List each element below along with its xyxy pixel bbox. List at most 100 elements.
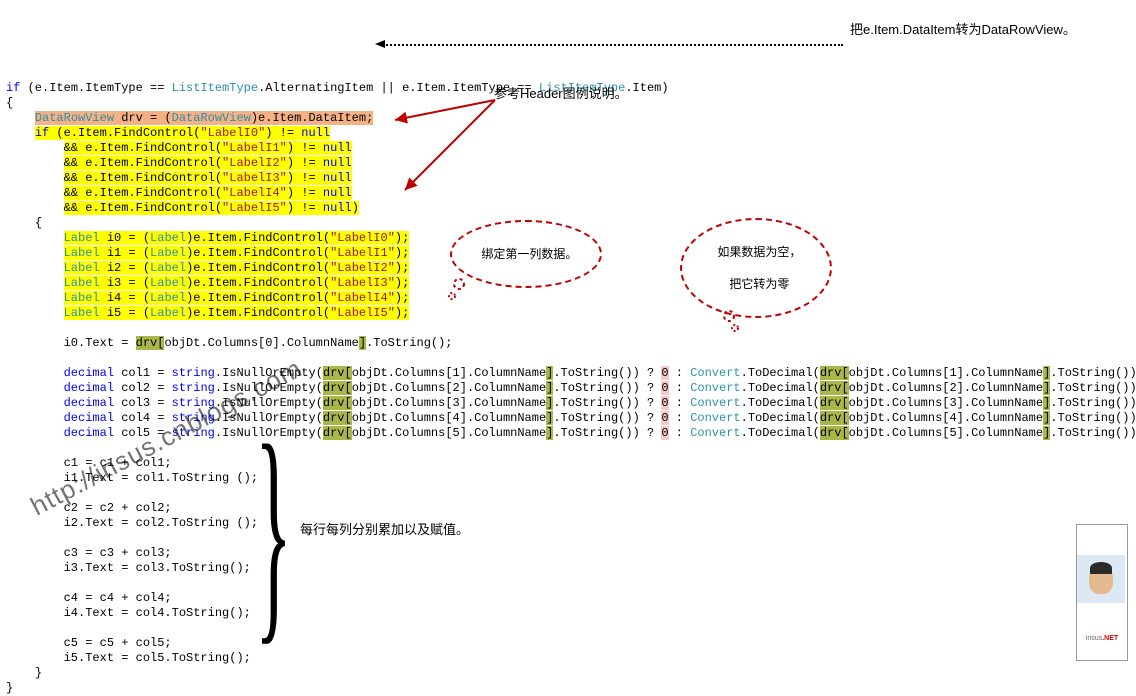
code-token: Convert <box>690 411 740 425</box>
code-token: DataRowView <box>35 111 114 125</box>
code-token: && <box>64 141 86 155</box>
code-token: null <box>323 186 352 200</box>
arrow-dashed-icon <box>383 44 843 46</box>
brace: } <box>6 681 13 695</box>
code-token: objDt.Columns[1].ColumnName <box>849 366 1043 380</box>
code-token: "LabelI0" <box>330 231 395 245</box>
code-token: objDt.Columns[3].ColumnName <box>849 396 1043 410</box>
code-token: objDt.Columns[0].ColumnName <box>164 336 358 350</box>
code-token: null <box>323 171 352 185</box>
code-token: i4.Text = col4.ToString(); <box>64 606 251 620</box>
code-token: )e.Item.FindControl( <box>186 291 330 305</box>
code-token: objDt.Columns[2].ColumnName <box>352 381 546 395</box>
code-token: ); <box>395 246 409 260</box>
code-token: "LabelI1" <box>222 141 287 155</box>
code-token: drv[ <box>820 426 849 440</box>
code-token: i2 = ( <box>100 261 150 275</box>
code-token: : <box>669 426 691 440</box>
code-token: .ToString()) ? <box>553 426 661 440</box>
code-token: .ToString()) ? <box>553 381 661 395</box>
code-token: c5 = c5 + col5; <box>64 636 172 650</box>
code-token: if <box>35 126 49 140</box>
code-token: ] <box>359 336 366 350</box>
code-token: i5.Text = col5.ToString(); <box>64 651 251 665</box>
code-token: ); <box>395 261 409 275</box>
code-token: e.Item.FindControl( <box>85 156 222 170</box>
code-token: i5 = ( <box>100 306 150 320</box>
code-token: objDt.Columns[1].ColumnName <box>352 366 546 380</box>
curly-brace-icon: } <box>255 409 292 651</box>
code-token: ) != <box>265 126 301 140</box>
code-token: Label <box>64 246 100 260</box>
code-token: Label <box>64 306 100 320</box>
code-token: Label <box>150 276 186 290</box>
code-token: )e.Item.FindControl( <box>186 261 330 275</box>
code-token: 0 <box>661 381 668 395</box>
code-token: .ToString()); <box>1050 426 1136 440</box>
bubble-tail-icon <box>717 308 747 338</box>
code-token: i3 = ( <box>100 276 150 290</box>
code-token: col1 = <box>121 366 171 380</box>
code-token: .ToString()); <box>1050 411 1136 425</box>
arrow-solid-icon <box>385 90 505 200</box>
code-token: i4 = ( <box>100 291 150 305</box>
code-token: .ToDecimal( <box>741 411 820 425</box>
code-token: .Item) <box>625 81 668 95</box>
code-token: decimal <box>64 381 114 395</box>
code-token: Label <box>150 231 186 245</box>
code-token: "LabelI3" <box>222 171 287 185</box>
code-token: "LabelI3" <box>330 276 395 290</box>
code-token: decimal <box>64 366 114 380</box>
code-token: c2 = c2 + col2; <box>64 501 172 515</box>
code-token: drv[ <box>323 396 352 410</box>
code-token: ListItemType <box>172 81 258 95</box>
code-token: )e.Item.DataItem; <box>251 111 373 125</box>
code-token: .ToDecimal( <box>741 366 820 380</box>
code-token: null <box>323 141 352 155</box>
code-token: col3 = <box>121 396 171 410</box>
code-token: e.Item.FindControl( <box>85 186 222 200</box>
code-token: "LabelI4" <box>222 186 287 200</box>
code-token: objDt.Columns[4].ColumnName <box>352 411 546 425</box>
code-token: ) != <box>287 186 323 200</box>
code-token: ) != <box>287 156 323 170</box>
code-token: .ToString()); <box>1050 366 1136 380</box>
code-token: objDt.Columns[4].ColumnName <box>849 411 1043 425</box>
code-token: )e.Item.FindControl( <box>186 276 330 290</box>
code-token: && <box>64 171 86 185</box>
code-token: "LabelI0" <box>200 126 265 140</box>
code-token: .ToString(); <box>366 336 452 350</box>
code-token: "LabelI2" <box>222 156 287 170</box>
code-token: null <box>323 201 352 215</box>
avatar-tag: insus.NET <box>1077 633 1127 645</box>
code-token: "LabelI5" <box>222 201 287 215</box>
code-token: .ToString()) ? <box>553 366 661 380</box>
code-token: ); <box>395 306 409 320</box>
code-token: Label <box>150 261 186 275</box>
annotation-accumulate: 每行每列分别累加以及赋值。 <box>300 522 469 537</box>
code-token: drv[ <box>323 381 352 395</box>
annotation-datarowview: 把e.Item.DataItem转为DataRowView。 <box>850 22 1076 37</box>
bubble-text: 如果数据为空， <box>717 245 801 259</box>
code-token: )e.Item.FindControl( <box>186 306 330 320</box>
bubble-tail-icon <box>447 276 477 306</box>
code-token: drv[ <box>323 411 352 425</box>
code-token: ) != <box>287 201 323 215</box>
code-token: && <box>64 186 86 200</box>
code-token: 0 <box>661 426 668 440</box>
code-token: ); <box>395 291 409 305</box>
code-token: "LabelI4" <box>330 291 395 305</box>
code-token: Label <box>150 306 186 320</box>
code-token: ) != <box>287 141 323 155</box>
code-token: (e.Item.ItemType == <box>20 81 171 95</box>
brace: { <box>6 96 13 110</box>
code-token: drv[ <box>820 411 849 425</box>
code-token: : <box>669 366 691 380</box>
code-token: i1 = ( <box>100 246 150 260</box>
code-token: )e.Item.FindControl( <box>186 246 330 260</box>
code-token: : <box>669 396 691 410</box>
bubble-null-to-zero: 如果数据为空， 把它转为零 <box>680 218 832 318</box>
code-token: null <box>301 126 330 140</box>
code-token: .ToString()) ? <box>553 411 661 425</box>
code-token: "LabelI5" <box>330 306 395 320</box>
